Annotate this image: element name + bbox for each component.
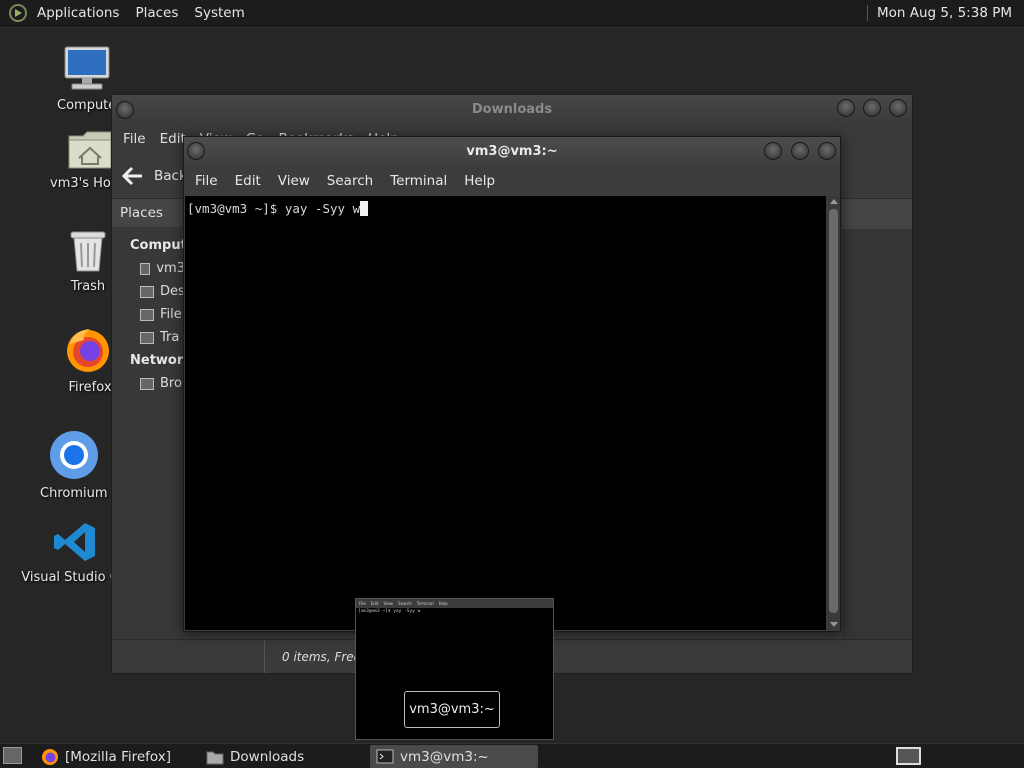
sidebar-item-trash[interactable]: Tra bbox=[112, 326, 185, 349]
window-title: Downloads bbox=[471, 102, 553, 117]
filesystem-icon bbox=[140, 308, 154, 321]
menu-file[interactable]: File bbox=[186, 173, 226, 189]
desktop-icon-label: Trash bbox=[70, 279, 106, 294]
preview-menu-item: Edit bbox=[370, 601, 379, 606]
location-bar bbox=[842, 199, 912, 229]
sidebar-item-filesystem[interactable]: File bbox=[112, 303, 185, 326]
terminal-titlebar[interactable]: vm3@vm3:~ bbox=[184, 137, 840, 167]
close-button[interactable] bbox=[889, 99, 907, 117]
task-downloads[interactable]: Downloads bbox=[200, 745, 365, 768]
back-arrow-icon bbox=[122, 166, 142, 185]
preview-menu-item: Search bbox=[397, 601, 412, 606]
task-label: [Mozilla Firefox] bbox=[65, 748, 172, 765]
desktop-icon-home[interactable]: vm3's Hor bbox=[50, 128, 116, 191]
window-title: vm3@vm3:~ bbox=[466, 144, 558, 159]
preview-menu-item: File bbox=[359, 601, 366, 606]
back-label: Back bbox=[154, 167, 187, 184]
scroll-up-arrow-icon[interactable] bbox=[830, 199, 838, 204]
clock[interactable]: Mon Aug 5, 5:38 PM bbox=[877, 5, 1024, 21]
applications-menu[interactable]: Applications bbox=[29, 5, 127, 21]
maximize-button[interactable] bbox=[791, 142, 809, 160]
sidebar-section-computer: Compute bbox=[130, 238, 196, 253]
panel-separator bbox=[867, 5, 869, 21]
minimize-button[interactable] bbox=[837, 99, 855, 117]
task-firefox[interactable]: [Mozilla Firefox] bbox=[35, 745, 195, 768]
preview-menubar: File Edit View Search Terminal Help bbox=[356, 599, 553, 608]
terminal-prompt-line: [vm3@vm3 ~]$ yay -Syy w bbox=[187, 201, 361, 216]
close-button[interactable] bbox=[818, 142, 836, 160]
places-sidebar: Places Compute vm3 Des File Tra Network … bbox=[112, 199, 196, 639]
desktop-icon-label: Firefox bbox=[68, 380, 112, 395]
scroll-down-arrow-icon[interactable] bbox=[830, 622, 838, 627]
back-button[interactable]: Back bbox=[122, 166, 187, 186]
computer-icon bbox=[64, 46, 110, 90]
sidebar-item-label: vm3 bbox=[156, 261, 185, 276]
desktop-icon-label: Chromium bbox=[40, 486, 108, 501]
terminal-icon bbox=[376, 749, 394, 764]
preview-menu-item: Terminal bbox=[416, 601, 434, 606]
desktop-icon bbox=[140, 285, 154, 298]
sidebar-item-label: Tra bbox=[160, 330, 180, 345]
task-label: vm3@vm3:~ bbox=[400, 748, 489, 765]
minimize-button[interactable] bbox=[764, 142, 782, 160]
terminal-output[interactable]: [vm3@vm3 ~]$ yay -Syy w bbox=[185, 196, 826, 630]
sidebar-section-network: Network bbox=[130, 353, 192, 368]
top-panel: Applications Places System Mon Aug 5, 5:… bbox=[0, 0, 1024, 26]
status-bar-left bbox=[112, 639, 264, 673]
preview-menu-item: Help bbox=[438, 601, 448, 606]
menu-help[interactable]: Help bbox=[455, 173, 503, 189]
folder-icon bbox=[206, 751, 224, 764]
file-view[interactable] bbox=[842, 229, 912, 639]
terminal-scrollbar[interactable] bbox=[827, 196, 840, 630]
sidebar-item-browse-network[interactable]: Bro bbox=[112, 372, 185, 395]
sidebar-item-label: Des bbox=[160, 284, 185, 299]
trash-icon bbox=[70, 231, 106, 272]
menu-terminal[interactable]: Terminal bbox=[381, 173, 455, 189]
home-folder-icon bbox=[68, 131, 112, 169]
firefox-icon bbox=[42, 748, 58, 765]
sidebar-item-label: Bro bbox=[160, 376, 182, 391]
desktop-icon-trash[interactable]: Trash bbox=[68, 229, 108, 294]
show-desktop-icon[interactable] bbox=[3, 747, 22, 764]
home-icon bbox=[140, 262, 151, 275]
downloads-titlebar[interactable]: Downloads bbox=[112, 95, 912, 125]
scrollbar-thumb[interactable] bbox=[829, 209, 838, 613]
menu-file[interactable]: File bbox=[116, 131, 153, 147]
terminal-cursor bbox=[360, 201, 369, 216]
desktop-icon-chromium[interactable]: Chromium bbox=[40, 430, 108, 501]
window-menu-button[interactable] bbox=[116, 101, 134, 119]
network-icon bbox=[140, 377, 154, 390]
menu-view[interactable]: View bbox=[269, 173, 318, 189]
chromium-icon bbox=[49, 431, 98, 479]
preview-terminal-line: [vm3@vm3 ~]$ yay -Syy w bbox=[358, 609, 421, 614]
menu-edit[interactable]: Edit bbox=[226, 173, 269, 189]
desktop-icon-label: Compute bbox=[57, 98, 117, 113]
desktop-icon-computer[interactable]: Compute bbox=[57, 46, 116, 113]
places-header[interactable]: Places bbox=[112, 199, 185, 227]
sidebar-item-home[interactable]: vm3 bbox=[112, 257, 185, 280]
desktop-icon-firefox[interactable]: Firefox bbox=[64, 326, 112, 395]
task-terminal[interactable]: vm3@vm3:~ bbox=[370, 745, 538, 768]
preview-label: vm3@vm3:~ bbox=[404, 691, 500, 728]
system-menu[interactable]: System bbox=[186, 5, 252, 21]
task-label: Downloads bbox=[230, 748, 305, 765]
maximize-button[interactable] bbox=[863, 99, 881, 117]
places-menu[interactable]: Places bbox=[127, 5, 186, 21]
sidebar-item-label: File bbox=[160, 307, 182, 322]
bottom-taskbar: [Mozilla Firefox] Downloads vm3@vm3:~ bbox=[0, 743, 1024, 768]
preview-menu-item: View bbox=[383, 601, 393, 606]
terminal-menubar: File Edit View Search Terminal Help bbox=[184, 167, 840, 195]
desktop-icon-label: vm3's Hor bbox=[50, 176, 117, 191]
window-menu-button[interactable] bbox=[187, 142, 205, 160]
sidebar-item-desktop[interactable]: Des bbox=[112, 280, 185, 303]
trash-icon bbox=[140, 331, 154, 344]
workspace-switcher[interactable] bbox=[896, 747, 921, 765]
terminal-window[interactable]: vm3@vm3:~ File Edit View Search Terminal… bbox=[183, 136, 841, 632]
firefox-icon bbox=[67, 329, 109, 372]
window-preview-popup[interactable]: File Edit View Search Terminal Help [vm3… bbox=[355, 598, 554, 740]
distro-logo-icon[interactable] bbox=[9, 3, 27, 22]
menu-search[interactable]: Search bbox=[318, 173, 381, 189]
